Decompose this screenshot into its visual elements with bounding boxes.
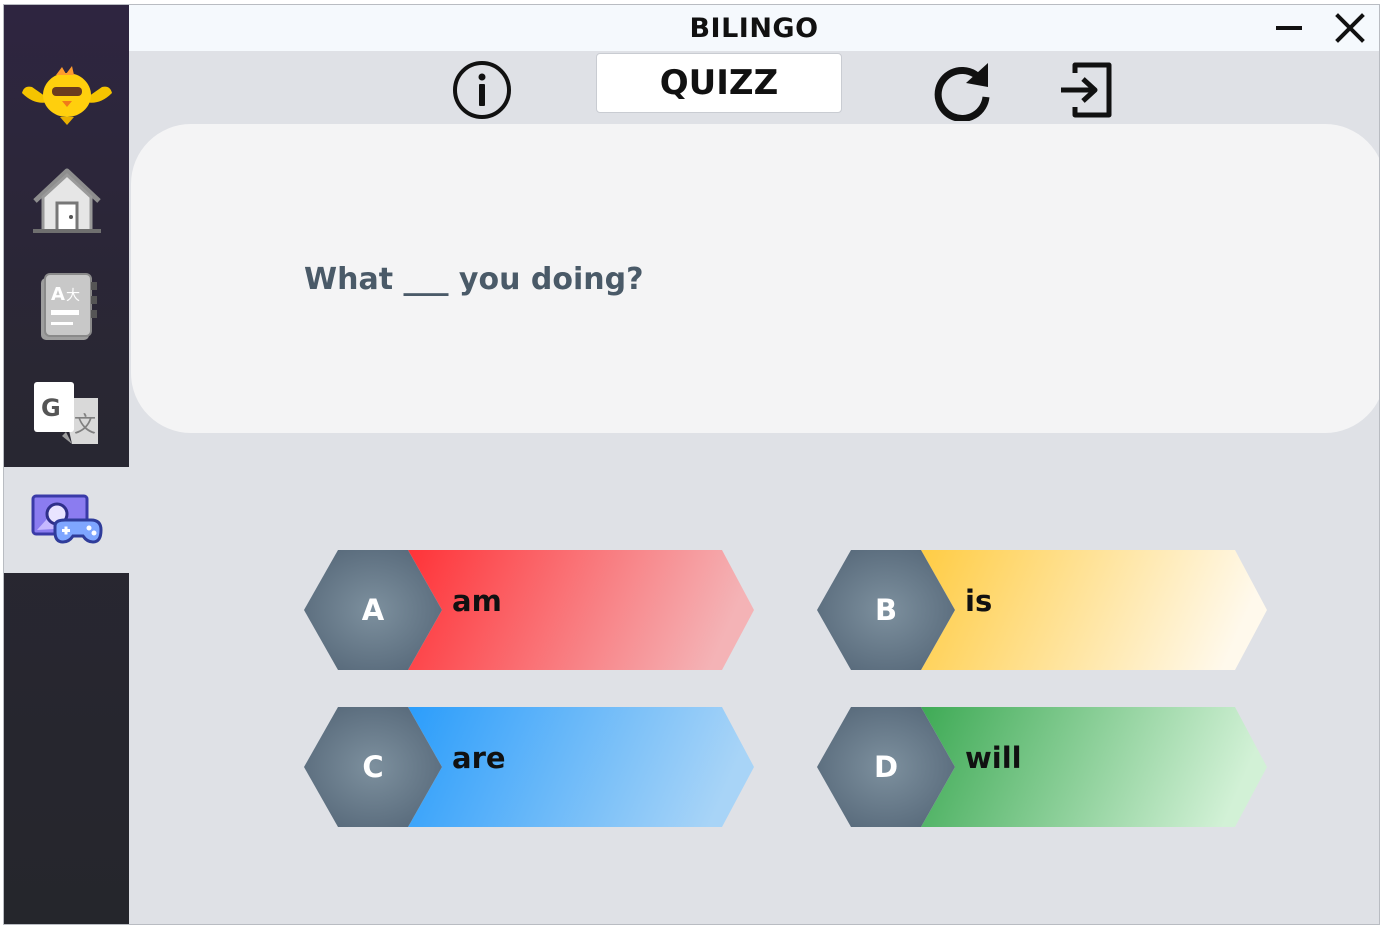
app-title: BILINGO: [689, 13, 819, 44]
translate-icon: 文 G: [33, 382, 98, 444]
close-button[interactable]: [1335, 13, 1365, 43]
answer-text: is: [965, 584, 993, 618]
answer-text: will: [965, 741, 1022, 775]
answer-option-b[interactable]: B is: [817, 550, 1267, 670]
svg-text:G: G: [41, 394, 61, 422]
answer-letter: D: [873, 750, 899, 784]
refresh-button[interactable]: [932, 59, 994, 122]
answer-text: are: [452, 741, 506, 775]
sidebar-item-home[interactable]: [4, 149, 129, 255]
svg-text:A: A: [51, 284, 65, 305]
answer-text: am: [452, 584, 502, 618]
answer-option-c[interactable]: C are: [304, 707, 754, 827]
sidebar-item-dictionary[interactable]: A 大: [4, 255, 129, 361]
answer-letter: A: [361, 593, 385, 627]
minimize-button[interactable]: [1274, 13, 1304, 43]
game-icon: [31, 494, 103, 544]
sidebar-item-game[interactable]: [4, 467, 129, 573]
close-icon: [1335, 13, 1365, 43]
answer-letter: B: [874, 593, 898, 627]
dictionary-icon: A 大: [40, 273, 97, 340]
answer-letter: C: [362, 750, 384, 784]
svg-text:文: 文: [74, 413, 96, 438]
exit-button[interactable]: [1055, 59, 1117, 121]
tab-quizz[interactable]: QUIZZ: [596, 53, 842, 113]
question-text: What ___ you doing?: [304, 262, 644, 297]
answer-option-a[interactable]: A am: [304, 550, 754, 670]
info-icon: [453, 61, 511, 119]
sidebar-item-translate[interactable]: 文 G: [4, 361, 129, 467]
toolbar: QUIZZ: [129, 51, 1379, 125]
minimize-icon: [1276, 26, 1302, 30]
info-button[interactable]: [451, 59, 513, 121]
bird-mascot-icon: [22, 65, 112, 127]
refresh-icon: [934, 63, 990, 122]
question-card: What ___ you doing?: [131, 124, 1379, 433]
sidebar: A 大 文 G: [4, 5, 129, 924]
answer-option-d[interactable]: D will: [817, 707, 1267, 827]
exit-icon: [1061, 62, 1112, 118]
app-window: A 大 文 G BILINGO QUIZZ What ___ you doing…: [3, 4, 1380, 925]
title-bar: BILINGO: [129, 5, 1379, 51]
svg-text:大: 大: [66, 288, 80, 304]
home-icon: [32, 168, 101, 233]
